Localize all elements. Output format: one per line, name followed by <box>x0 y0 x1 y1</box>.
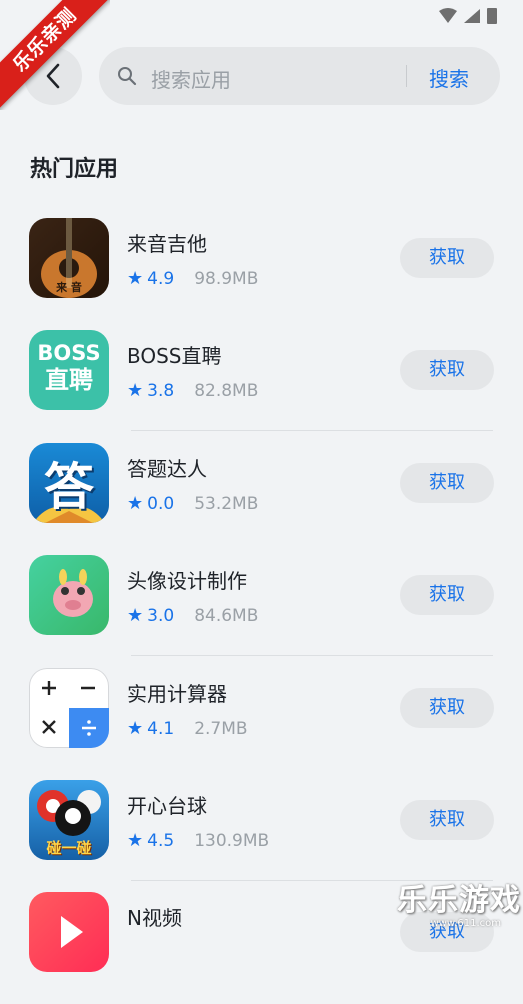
corner-ribbon: 乐乐亲测 <box>0 0 110 110</box>
app-size: 84.6MB <box>194 605 259 626</box>
app-size: 98.9MB <box>194 268 259 289</box>
row-divider <box>131 430 493 431</box>
app-rating: 4.1 <box>147 718 175 739</box>
app-size: 2.7MB <box>194 718 248 739</box>
app-meta: ★ 3.0 84.6MB <box>127 605 258 626</box>
star-icon: ★ <box>127 268 144 289</box>
app-name: N视频 <box>127 906 182 930</box>
app-name: 实用计算器 <box>127 682 227 706</box>
get-button[interactable]: 获取 <box>400 463 494 503</box>
app-size: 82.8MB <box>194 380 259 401</box>
ribbon-text: 乐乐亲测 <box>0 0 110 110</box>
app-rating: 4.9 <box>147 268 175 289</box>
boss-icon-line1: BOSS <box>37 341 101 365</box>
app-meta: ★ 4.5 130.9MB <box>127 830 269 851</box>
quiz-icon-glyph: 答 <box>44 458 94 516</box>
get-button[interactable]: 获取 <box>400 688 494 728</box>
get-button[interactable]: 获取 <box>400 800 494 840</box>
star-icon: ★ <box>127 605 144 626</box>
search-divider <box>406 65 407 87</box>
get-button[interactable]: 获取 <box>400 238 494 278</box>
list-item[interactable]: 实用计算器 ★ 4.1 2.7MB 获取 <box>0 668 523 780</box>
get-button[interactable]: 获取 <box>400 350 494 390</box>
cellular-signal-icon <box>464 9 480 23</box>
star-icon: ★ <box>127 380 144 401</box>
list-item[interactable]: 头像设计制作 ★ 3.0 84.6MB 获取 <box>0 555 523 667</box>
watermark-url: www.611.com <box>430 918 501 929</box>
app-rating: 3.0 <box>147 605 175 626</box>
row-divider <box>131 655 493 656</box>
app-name: 开心台球 <box>127 794 207 818</box>
avatar-app-icon <box>29 555 109 635</box>
app-rating: 0.0 <box>147 493 175 514</box>
star-icon: ★ <box>127 718 144 739</box>
app-meta: ★ 4.9 98.9MB <box>127 268 258 289</box>
app-name: BOSS直聘 <box>127 344 222 368</box>
list-item[interactable]: 来 音 来音吉他 ★ 4.9 98.9MB 获取 <box>0 218 523 330</box>
app-rating: 4.5 <box>147 830 175 851</box>
search-icon <box>118 67 137 86</box>
boss-icon-line2: 直聘 <box>45 366 93 394</box>
app-size: 130.9MB <box>194 830 270 851</box>
search-button[interactable]: 搜索 <box>429 63 469 92</box>
billiards-icon-label: 碰一碰 <box>46 839 92 857</box>
list-item[interactable]: 答 答题达人 ★ 0.0 53.2MB 获取 <box>0 443 523 555</box>
status-icons <box>439 8 497 24</box>
calculator-app-icon <box>29 668 109 748</box>
search-bar[interactable]: 搜索应用 搜索 <box>99 47 500 105</box>
star-icon: ★ <box>127 830 144 851</box>
billiards-app-icon: 碰一碰 <box>29 780 109 860</box>
list-item[interactable]: BOSS 直聘 BOSS直聘 ★ 3.8 82.8MB 获取 <box>0 330 523 442</box>
app-name: 头像设计制作 <box>127 569 247 593</box>
boss-app-icon: BOSS 直聘 <box>29 330 109 410</box>
app-meta: ★ 3.8 82.8MB <box>127 380 258 401</box>
battery-icon <box>487 8 497 24</box>
watermark-logo: 乐乐游戏 <box>397 883 521 918</box>
section-title: 热门应用 <box>30 157 119 182</box>
search-input[interactable]: 搜索应用 <box>151 64 231 93</box>
star-icon: ★ <box>127 493 144 514</box>
app-rating: 3.8 <box>147 380 175 401</box>
app-name: 答题达人 <box>127 457 207 481</box>
get-button[interactable]: 获取 <box>400 575 494 615</box>
video-app-icon <box>29 892 109 972</box>
app-meta: ★ 4.1 2.7MB <box>127 718 248 739</box>
app-meta: ★ 0.0 53.2MB <box>127 493 258 514</box>
app-name: 来音吉他 <box>127 232 207 256</box>
quiz-app-icon: 答 <box>29 443 109 523</box>
guitar-icon-label: 来 音 <box>56 281 82 294</box>
guitar-app-icon: 来 音 <box>29 218 109 298</box>
app-size: 53.2MB <box>194 493 259 514</box>
wifi-icon <box>439 8 457 23</box>
